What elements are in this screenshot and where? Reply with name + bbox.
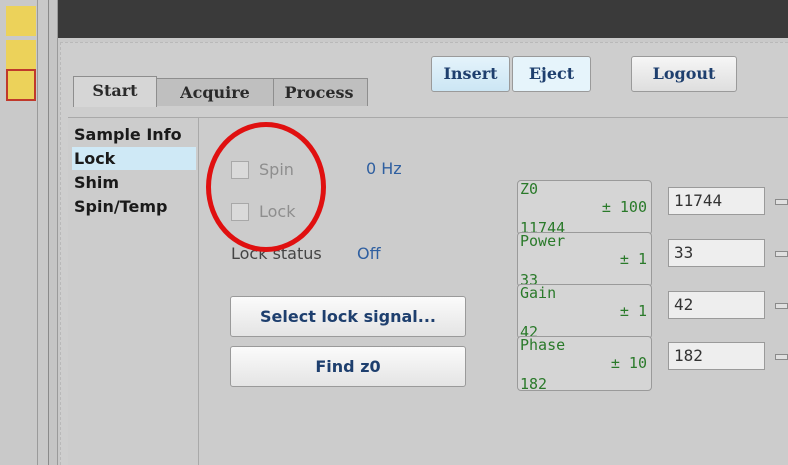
gain-slider-handle[interactable] [775, 303, 788, 309]
split-pane-divider[interactable] [48, 0, 58, 465]
spin-rate-value: 0 Hz [366, 159, 402, 178]
sidebar-item-spin-temp[interactable]: Spin/Temp [72, 195, 196, 218]
param-name: Power [520, 232, 566, 250]
sidebar-item-shim[interactable]: Shim [72, 171, 196, 194]
insert-button[interactable]: Insert [431, 56, 510, 92]
param-current-value: 182 [520, 375, 548, 393]
left-side-panel [0, 0, 38, 465]
sidebar-item-lock[interactable]: Lock [72, 147, 196, 170]
eject-button[interactable]: Eject [512, 56, 591, 92]
param-step: ± 100 [601, 198, 647, 216]
param-name: Z0 [520, 180, 539, 198]
gain-input[interactable]: 42 [668, 291, 765, 319]
status-cell-selected[interactable] [6, 69, 36, 101]
phase-step-button[interactable]: Phase ± 10 182 [517, 336, 652, 393]
param-name: Phase [520, 336, 566, 354]
lock-status-value: Off [357, 244, 381, 263]
power-input[interactable]: 33 [668, 239, 765, 267]
logout-button[interactable]: Logout [631, 56, 737, 92]
select-lock-signal-button[interactable]: Select lock signal... [230, 296, 466, 337]
param-step: ± 1 [619, 250, 647, 268]
sidebar-item-sample-info[interactable]: Sample Info [72, 123, 196, 146]
tab-process[interactable]: Process [270, 78, 368, 106]
find-z0-button[interactable]: Find z0 [230, 346, 466, 387]
param-step: ± 1 [619, 302, 647, 320]
highlight-circle-annotation [206, 122, 326, 252]
top-dark-bar [58, 0, 788, 38]
z0-slider-handle[interactable] [775, 199, 788, 205]
z0-step-button[interactable]: Z0 ± 100 11744 [517, 180, 652, 237]
gain-step-button[interactable]: Gain ± 1 42 [517, 284, 652, 341]
param-name: Gain [520, 284, 557, 302]
power-slider-handle[interactable] [775, 251, 788, 257]
status-cell[interactable] [6, 6, 36, 36]
param-step: ± 10 [610, 354, 647, 372]
power-step-button[interactable]: Power ± 1 33 [517, 232, 652, 289]
start-sidebar: Sample Info Lock Shim Spin/Temp [68, 118, 199, 465]
phase-slider-handle[interactable] [775, 354, 788, 360]
status-cell[interactable] [6, 40, 36, 70]
tab-start[interactable]: Start [73, 76, 157, 107]
z0-input[interactable]: 11744 [668, 187, 765, 215]
phase-input[interactable]: 182 [668, 342, 765, 370]
tab-acquire[interactable]: Acquire [156, 78, 274, 106]
